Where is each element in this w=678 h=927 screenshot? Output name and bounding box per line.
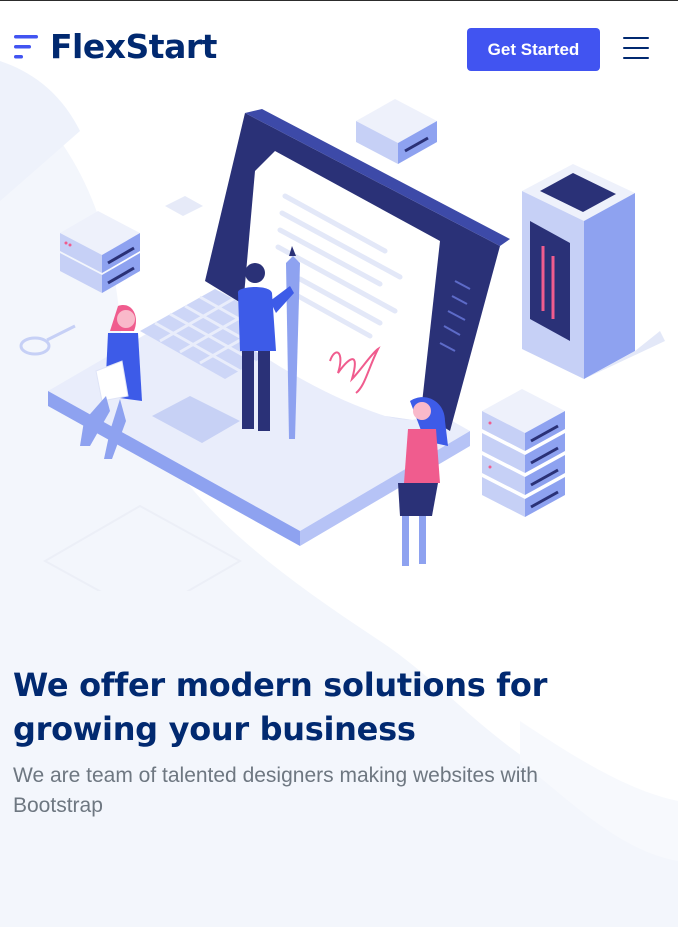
hero-illustration — [19, 99, 665, 591]
logo[interactable]: FlexStart — [12, 27, 217, 66]
get-started-button[interactable]: Get Started — [467, 28, 600, 71]
hero-subtitle: We are team of talented designers making… — [13, 764, 538, 817]
hero-text: We offer modern solutions for growing yo… — [13, 663, 663, 821]
hamburger-menu-icon[interactable] — [622, 35, 650, 61]
flexstart-logo-icon — [14, 34, 38, 58]
brand-name: FlexStart — [50, 27, 217, 66]
site-header: FlexStart Get Started — [0, 1, 678, 97]
hero-title: We offer modern solutions for growing yo… — [13, 666, 548, 748]
